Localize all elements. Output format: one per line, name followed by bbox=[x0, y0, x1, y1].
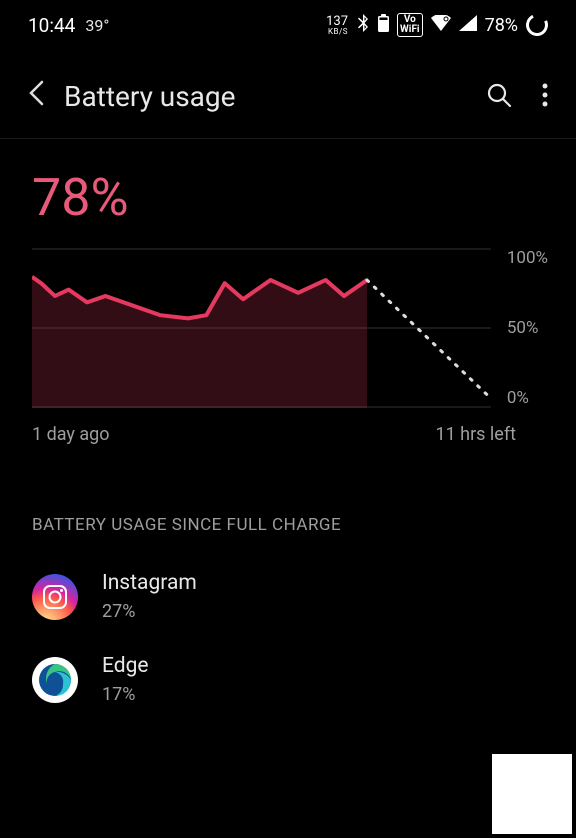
app-row-edge[interactable]: Edge 17% bbox=[0, 638, 576, 721]
y-tick-50: 50% bbox=[507, 318, 548, 338]
app-name: Edge bbox=[102, 654, 149, 678]
battery-icon bbox=[378, 14, 389, 36]
overflow-menu-button[interactable] bbox=[542, 83, 548, 111]
x-label-end: 11 hrs left bbox=[435, 424, 516, 445]
white-box-overlay bbox=[492, 754, 572, 834]
status-bar: 10:44 39° 137 KB/S VoWiFi 78% bbox=[0, 0, 576, 50]
search-button[interactable] bbox=[486, 82, 512, 112]
y-tick-0: 0% bbox=[507, 388, 548, 408]
back-button[interactable] bbox=[28, 80, 44, 113]
edge-icon bbox=[32, 657, 78, 703]
section-title: BATTERY USAGE SINCE FULL CHARGE bbox=[0, 445, 576, 555]
app-row-instagram[interactable]: Instagram 27% bbox=[0, 555, 576, 638]
page-title: Battery usage bbox=[64, 80, 466, 113]
app-header: Battery usage bbox=[0, 50, 576, 138]
bluetooth-icon bbox=[356, 14, 370, 36]
status-temp: 39° bbox=[85, 16, 109, 35]
app-pct: 17% bbox=[102, 684, 149, 705]
status-battery-pct: 78% bbox=[485, 15, 518, 36]
wifi-icon bbox=[431, 15, 451, 35]
vowifi-icon: VoWiFi bbox=[397, 13, 423, 37]
battery-chart[interactable]: 100% 50% 0% bbox=[0, 248, 576, 408]
network-speed: 137 KB/S bbox=[326, 15, 348, 36]
battery-percent: 78% bbox=[0, 139, 576, 248]
y-tick-100: 100% bbox=[507, 248, 548, 268]
instagram-icon bbox=[32, 574, 78, 620]
x-label-start: 1 day ago bbox=[32, 424, 110, 445]
data-saver-icon bbox=[523, 11, 551, 39]
signal-icon bbox=[459, 15, 477, 35]
status-time: 10:44 bbox=[28, 14, 75, 37]
app-pct: 27% bbox=[102, 601, 197, 622]
app-name: Instagram bbox=[102, 571, 197, 595]
